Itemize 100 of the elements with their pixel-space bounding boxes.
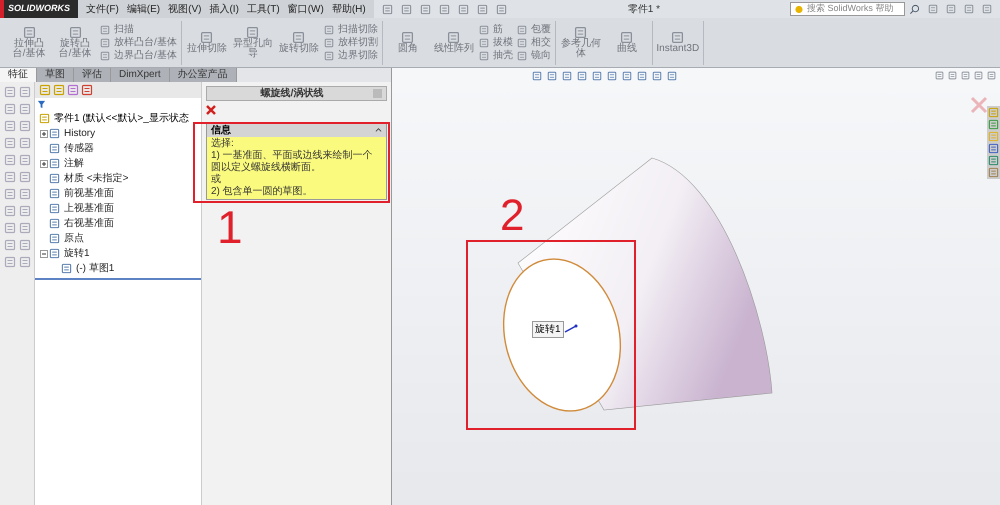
toolbar-icon[interactable] [4,188,16,200]
panel-tab-icon[interactable] [67,84,79,96]
tool-icon[interactable] [447,31,460,44]
tool-icon[interactable] [516,24,527,34]
view-tool-icon[interactable] [592,71,602,81]
ribbon-button[interactable]: 拉伸凸台/基体 [8,26,50,59]
collapse-icon[interactable] [375,127,382,134]
ribbon-button[interactable]: 抽壳 [478,50,513,62]
window-control-icon[interactable] [961,71,970,80]
ribbon-button[interactable]: 放样切割 [324,36,378,48]
tool-icon[interactable] [22,26,36,39]
view-tool-icon[interactable] [637,71,647,81]
tool-icon[interactable] [401,31,414,44]
panel-tab-icon[interactable] [53,84,65,96]
menu-item[interactable]: 视图(V) [168,2,202,16]
tree-root[interactable]: 零件1 (默认<<默认>_显示状态 [54,111,189,126]
ribbon-button[interactable]: 相交 [516,36,551,48]
tool-icon[interactable] [671,31,684,44]
quick-access-icon[interactable] [400,4,412,14]
ribbon-button[interactable]: Instant3D [656,31,699,54]
feature-icon[interactable] [49,143,60,154]
task-pane-icon[interactable] [988,155,999,166]
tree-item[interactable]: 原点 [64,231,84,246]
menu-item[interactable]: 窗口(W) [288,2,324,16]
tool-icon[interactable] [324,24,334,34]
toolbar-icon[interactable] [4,154,16,166]
tree-item[interactable]: 传感器 [64,141,94,156]
view-tool-icon[interactable] [652,71,662,81]
view-tool-icon[interactable] [607,71,617,81]
cancel-icon[interactable] [206,105,216,115]
tool-icon[interactable] [478,50,489,60]
tree-item[interactable]: 旋转1 [64,246,90,261]
tree-item[interactable]: (-) 草图1 [76,261,114,276]
ribbon-button[interactable]: 边界凸台/基体 [100,50,177,62]
tool-icon[interactable] [100,24,110,34]
ribbon-button[interactable]: 参考几何体 [560,26,602,59]
toolbar-icon[interactable] [4,222,16,234]
feature-icon[interactable] [49,233,60,244]
tool-icon[interactable] [324,50,334,60]
ribbon-button[interactable]: 拉伸切除 [186,31,228,54]
ribbon-button[interactable]: 包覆 [516,24,551,36]
ribbon-button[interactable]: 线性阵列 [432,31,475,54]
toolbar-icon[interactable] [4,120,16,132]
tool-icon[interactable] [478,38,489,48]
view-tool-icon[interactable] [577,71,587,81]
view-tool-icon[interactable] [667,71,677,81]
tool-icon[interactable] [574,26,588,39]
tree-item[interactable]: 右视基准面 [64,216,114,231]
panel-tab-icon[interactable] [81,84,93,96]
toolbar-icon[interactable] [19,86,31,98]
window-control-icon[interactable] [987,71,996,80]
toolbar-icon[interactable] [19,154,31,166]
tool-icon[interactable] [100,50,110,60]
toolbar-icon[interactable] [19,239,31,251]
search-field[interactable]: 搜索 SolidWorks 帮助 [790,2,905,16]
window-control-icon[interactable] [948,71,957,80]
toolbar-icon[interactable] [4,205,16,217]
quick-access-icon[interactable] [496,4,507,14]
ribbon-button[interactable]: 圆角 [386,31,429,54]
tool-icon[interactable] [68,26,82,39]
quick-access-icon[interactable] [382,4,393,14]
quick-access-icon[interactable] [476,4,488,14]
toolbar-icon[interactable] [19,120,31,132]
toolbar-icon[interactable] [4,171,16,183]
feature-icon[interactable] [49,218,60,229]
ribbon-button[interactable]: 边界切除 [324,50,378,62]
graphics-viewport[interactable]: 旋转1 2 [392,68,1000,505]
tool-icon[interactable] [292,31,306,44]
tree-item[interactable]: 上视基准面 [64,201,114,216]
tool-icon[interactable] [246,26,260,39]
tool-icon[interactable] [516,50,527,60]
task-pane-icon[interactable] [988,143,999,154]
ribbon-button[interactable]: 扫描切除 [324,24,378,36]
view-tool-icon[interactable] [622,71,632,81]
ribbon-button[interactable]: 镜向 [516,50,551,62]
tool-icon[interactable] [100,38,110,48]
feature-icon[interactable] [61,263,72,274]
feature-icon[interactable] [49,188,60,199]
ribbon-button[interactable]: 曲线 [606,31,648,54]
command-tab[interactable]: 草图 [37,68,74,82]
ribbon-button[interactable]: 旋转切除 [278,31,320,54]
view-tool-icon[interactable] [532,71,542,81]
command-tab[interactable]: DimXpert [111,68,170,82]
menu-item[interactable]: 插入(I) [209,2,239,16]
tool-icon[interactable] [324,38,334,48]
menu-item[interactable]: 文件(F) [86,2,119,16]
menu-item[interactable]: 工具(T) [246,2,280,16]
tool-icon[interactable] [478,24,489,34]
tree-item[interactable]: 前视基准面 [64,186,114,201]
ribbon-button[interactable]: 异型孔向导 [232,26,274,59]
feature-icon[interactable] [49,158,60,169]
toolbar-icon[interactable] [4,86,16,98]
ribbon-button[interactable]: 扫描 [100,24,177,36]
view-tool-icon[interactable] [562,71,572,81]
tree-item[interactable]: History [64,126,96,141]
tool-icon[interactable] [620,31,634,44]
quick-access-icon[interactable] [420,4,431,14]
tree-item[interactable]: 材质 <未指定> [64,171,128,186]
command-tab[interactable]: 特征 [0,68,37,82]
expand-icon[interactable] [40,130,48,138]
